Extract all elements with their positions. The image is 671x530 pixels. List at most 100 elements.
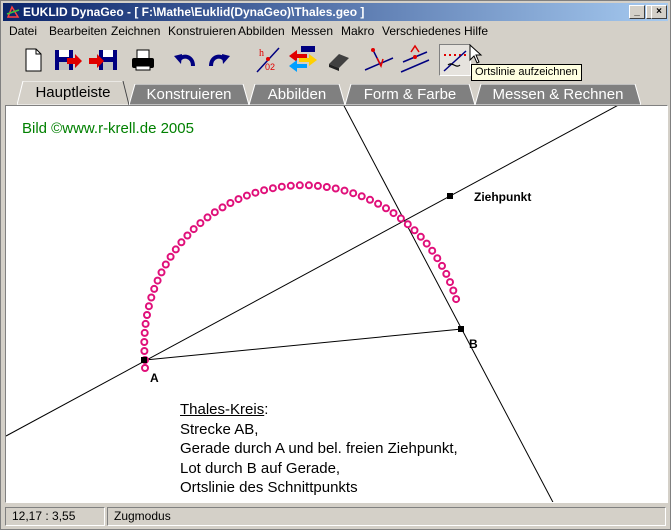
locus-point bbox=[286, 181, 295, 190]
locus-point bbox=[189, 225, 198, 234]
locus-point bbox=[422, 239, 431, 248]
undo-icon[interactable] bbox=[169, 44, 201, 76]
eraser-icon[interactable] bbox=[323, 44, 355, 76]
window-title: EUKLID DynaGeo - [ F:\Mathe\Euklid(DynaG… bbox=[23, 5, 365, 19]
locus-point bbox=[234, 195, 243, 204]
locus-point bbox=[218, 203, 227, 212]
app-icon bbox=[6, 5, 20, 18]
tab-form-farbe[interactable]: Form & Farbe bbox=[345, 84, 475, 105]
locus-point bbox=[295, 181, 304, 190]
locus-point bbox=[183, 231, 192, 240]
label-ziehpunkt: Ziehpunkt bbox=[474, 190, 532, 204]
parallel-icon[interactable] bbox=[399, 44, 431, 76]
segment-ab[interactable] bbox=[144, 328, 463, 361]
tab-form-farbe-label: Form & Farbe bbox=[363, 86, 457, 103]
tooltip: Ortslinie aufzeichnen bbox=[471, 64, 582, 81]
locus-point bbox=[442, 269, 451, 278]
locus-point bbox=[196, 219, 205, 228]
description-line: Lot durch B auf Gerade, bbox=[180, 459, 341, 477]
bisector-icon[interactable]: h 02 bbox=[251, 44, 283, 76]
menu-makro[interactable]: Makro bbox=[341, 24, 374, 38]
point-a[interactable] bbox=[141, 357, 147, 363]
redo-icon[interactable] bbox=[203, 44, 235, 76]
locus-point bbox=[268, 184, 277, 193]
locus-point bbox=[226, 199, 235, 207]
new-file-icon[interactable] bbox=[17, 44, 49, 76]
menu-datei[interactable]: Datei bbox=[9, 24, 37, 38]
locus-point bbox=[403, 220, 412, 229]
credit-text: Bild ©www.r-krell.de 2005 bbox=[22, 120, 194, 137]
title-bar: EUKLID DynaGeo - [ F:\Mathe\Euklid(DynaG… bbox=[3, 3, 668, 21]
locus-point bbox=[141, 364, 149, 372]
locus-point bbox=[452, 295, 461, 304]
locus-point bbox=[304, 181, 313, 190]
locus-point bbox=[446, 278, 454, 287]
perpendicular-icon[interactable] bbox=[363, 44, 395, 76]
menu-abbilden[interactable]: Abbilden bbox=[238, 24, 285, 38]
locus-point bbox=[331, 184, 340, 193]
tab-abbilden-label: Abbilden bbox=[267, 86, 327, 103]
tab-bar: Hauptleiste Konstruieren Abbilden Form &… bbox=[3, 81, 668, 105]
menu-messen[interactable]: Messen bbox=[291, 24, 333, 38]
locus-point bbox=[140, 328, 149, 337]
description-heading: Thales-Kreis bbox=[180, 401, 265, 418]
description-heading-colon: : bbox=[264, 401, 269, 418]
menu-verschiedenes[interactable]: Verschiedenes bbox=[382, 24, 461, 38]
description-line: Strecke AB, bbox=[180, 420, 259, 438]
drag-point[interactable] bbox=[447, 193, 453, 199]
locus-point bbox=[382, 204, 390, 213]
status-bar: 12,17 : 3,55 Zugmodus bbox=[3, 506, 668, 528]
menu-bearbeiten[interactable]: Bearbeiten bbox=[49, 24, 107, 38]
locus-point bbox=[322, 183, 331, 191]
locus-point bbox=[349, 189, 358, 198]
tab-hauptleiste[interactable]: Hauptleiste bbox=[17, 81, 129, 105]
locus-point bbox=[144, 302, 153, 311]
save-export-icon[interactable] bbox=[51, 44, 83, 76]
line-through-a[interactable] bbox=[6, 106, 624, 437]
color-arrows-icon[interactable] bbox=[287, 44, 319, 76]
close-button[interactable]: × bbox=[651, 5, 667, 19]
description-text: Thales-Kreis: Strecke AB, Gerade durch A… bbox=[180, 400, 458, 498]
locus-point bbox=[260, 186, 269, 195]
status-mode: Zugmodus bbox=[107, 507, 666, 526]
locus-point bbox=[242, 191, 251, 200]
locus-point bbox=[150, 284, 159, 293]
status-coordinates: 12,17 : 3,55 bbox=[5, 507, 105, 526]
description-line: Gerade durch A und bel. freien Ziehpunkt… bbox=[180, 440, 458, 457]
app-window: EUKLID DynaGeo - [ F:\Mathe\Euklid(DynaG… bbox=[0, 0, 671, 530]
locus-point bbox=[161, 260, 170, 269]
save-import-icon[interactable] bbox=[87, 44, 119, 76]
label-b: B bbox=[469, 337, 478, 351]
locus-point bbox=[410, 226, 419, 235]
minimize-button[interactable]: _ bbox=[629, 5, 645, 19]
drawing-canvas[interactable]: Bild ©www.r-krell.de 2005 A B Ziehpunkt … bbox=[5, 105, 668, 503]
label-a: A bbox=[150, 371, 159, 385]
tab-konstruieren[interactable]: Konstruieren bbox=[129, 84, 249, 105]
locus-point bbox=[366, 195, 374, 204]
locus-point bbox=[157, 268, 166, 277]
locus-point bbox=[396, 214, 405, 223]
menu-hilfe[interactable]: Hilfe bbox=[464, 24, 488, 38]
tab-hauptleiste-label: Hauptleiste bbox=[35, 84, 111, 101]
locus-point bbox=[374, 199, 383, 208]
locus-icon[interactable] bbox=[439, 44, 471, 76]
locus-point bbox=[389, 209, 398, 218]
mouse-cursor-icon bbox=[469, 44, 483, 64]
print-icon[interactable] bbox=[127, 44, 159, 76]
menu-konstruieren[interactable]: Konstruieren bbox=[168, 24, 236, 38]
locus-point bbox=[143, 311, 151, 319]
tab-abbilden[interactable]: Abbilden bbox=[249, 84, 345, 105]
svg-text:02: 02 bbox=[265, 62, 275, 72]
locus-point bbox=[140, 338, 149, 346]
point-b[interactable] bbox=[458, 326, 464, 332]
locus-point bbox=[141, 319, 150, 328]
locus-point bbox=[449, 286, 458, 295]
menu-zeichnen[interactable]: Zeichnen bbox=[111, 24, 160, 38]
locus-point bbox=[433, 254, 442, 263]
locus-point bbox=[203, 213, 212, 222]
locus-point bbox=[277, 182, 286, 191]
tab-messen-rechnen[interactable]: Messen & Rechnen bbox=[475, 84, 641, 105]
menu-bar: Datei Bearbeiten Zeichnen Konstruieren A… bbox=[3, 22, 668, 41]
locus-point bbox=[210, 208, 219, 217]
locus-point bbox=[171, 245, 180, 254]
